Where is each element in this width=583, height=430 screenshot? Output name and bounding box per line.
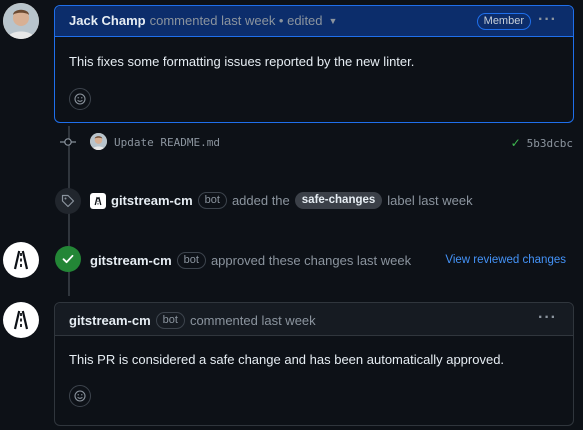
comment-box: Jack Champ commented last week • edited …	[54, 5, 574, 123]
gitstream-logo-icon	[13, 310, 29, 330]
kebab-menu-icon[interactable]: ···	[538, 309, 557, 327]
comment-body: This PR is considered a safe change and …	[69, 352, 505, 367]
chevron-down-icon[interactable]: ▼	[329, 16, 338, 26]
user-avatar-icon	[3, 3, 39, 39]
comment-author[interactable]: Jack Champ	[69, 13, 146, 28]
bot-badge: bot	[155, 312, 185, 329]
comment-header: Jack Champ commented last week • edited …	[55, 6, 573, 37]
avatar[interactable]	[3, 3, 39, 39]
comment-meta: commented last week • edited	[149, 13, 323, 28]
member-badge: Member	[476, 13, 531, 30]
comment-box: gitstream-cm bot commented last week ···…	[54, 302, 574, 426]
gitstream-avatar[interactable]	[3, 302, 39, 338]
comment-header: gitstream-cm bot commented last week ···	[55, 303, 573, 336]
smiley-icon	[74, 390, 86, 402]
add-reaction-button[interactable]	[69, 385, 91, 407]
bot-badge: bot	[176, 252, 206, 269]
smiley-icon	[74, 93, 86, 105]
commit-icon	[60, 136, 76, 151]
gitstream-logo-icon	[13, 250, 29, 270]
event-text: added the	[231, 193, 290, 208]
approved-check-icon	[55, 246, 81, 272]
comment-body: This fixes some formatting issues report…	[69, 54, 415, 69]
event-actor[interactable]: gitstream-cm	[90, 253, 172, 268]
bot-badge: bot	[197, 192, 227, 209]
add-reaction-button[interactable]	[69, 88, 91, 110]
gitstream-avatar[interactable]	[3, 242, 39, 278]
event-time-text: label last week	[387, 193, 473, 208]
kebab-menu-icon[interactable]: ···	[538, 11, 557, 29]
tag-icon	[55, 188, 81, 214]
check-icon: ✓	[510, 136, 521, 150]
event-actor[interactable]: gitstream-cm	[111, 193, 193, 208]
commit-sha[interactable]: 5b3dcbc	[527, 137, 573, 150]
label-safe-changes[interactable]: safe-changes	[294, 192, 383, 209]
user-avatar-icon	[90, 133, 107, 150]
commit-author-avatar[interactable]	[90, 133, 107, 150]
event-text: approved these changes last week	[210, 253, 412, 268]
comment-meta: commented last week	[189, 313, 316, 328]
gitstream-avatar[interactable]	[90, 192, 106, 209]
gitstream-logo-icon	[94, 196, 102, 205]
view-reviewed-changes-link[interactable]: View reviewed changes	[445, 254, 566, 266]
commit-message[interactable]: Update README.md	[114, 136, 220, 149]
comment-author[interactable]: gitstream-cm	[69, 313, 151, 328]
